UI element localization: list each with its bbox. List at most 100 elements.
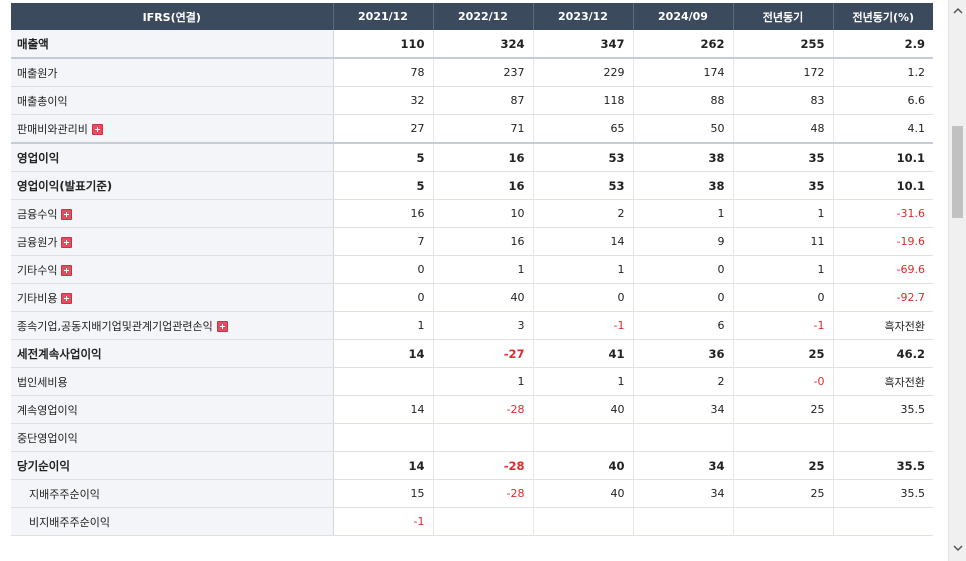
value-cell: [833, 423, 933, 452]
value-cell: 14: [333, 395, 434, 424]
row-label: 매출총이익: [17, 94, 68, 108]
expand-plus-icon[interactable]: [91, 124, 103, 135]
header-row: IFRS(연결) 2021/12 2022/12 2023/12 2024/09…: [11, 3, 933, 30]
row-label-cell: 법인세비용: [11, 367, 334, 396]
value-cell: 7: [333, 227, 434, 256]
value-cell: 174: [633, 58, 734, 87]
value-cell: 16: [333, 199, 434, 228]
row-label: 영업이익: [17, 150, 60, 165]
value-cell: -31.6: [833, 199, 933, 228]
value-cell: 16: [433, 143, 534, 172]
row-label: 지배주주순이익: [29, 487, 100, 501]
financial-statement-table-wrap: IFRS(연결) 2021/12 2022/12 2023/12 2024/09…: [11, 3, 933, 536]
value-cell: 0: [633, 255, 734, 284]
value-cell: 1: [433, 367, 534, 396]
value-cell: 40: [433, 283, 534, 312]
value-cell: 41: [533, 339, 634, 368]
row-label-cell[interactable]: 종속기업,공동지배기업및관계기업관련손익: [11, 311, 334, 340]
value-cell: 2.9: [833, 30, 933, 59]
value-cell: 0: [533, 283, 634, 312]
value-cell: [333, 367, 434, 396]
row-label-cell: 중단영업이익: [11, 423, 334, 452]
value-cell: 6: [633, 311, 734, 340]
value-cell: 38: [633, 171, 734, 200]
value-cell: 118: [533, 86, 634, 115]
row-label-cell[interactable]: 기타비용: [11, 283, 334, 312]
value-cell: 38: [633, 143, 734, 172]
expand-plus-icon[interactable]: [61, 293, 73, 304]
value-cell: 40: [533, 395, 634, 424]
value-cell: 65: [533, 114, 634, 144]
row-label: 계속영업이익: [17, 403, 78, 417]
value-cell: 0: [733, 283, 834, 312]
row-label: 금융원가: [17, 235, 58, 249]
value-cell: -1: [733, 311, 834, 340]
table-row: 당기순이익 14 -28 40 34 25 35.5: [11, 451, 933, 480]
value-cell: [733, 507, 834, 536]
row-label: 판매비와관리비: [17, 122, 88, 136]
row-label-cell: 세전계속사업이익: [11, 339, 334, 368]
chevron-up-icon[interactable]: [949, 3, 966, 20]
value-cell: 16: [433, 227, 534, 256]
value-cell: 46.2: [833, 339, 933, 368]
value-cell: 237: [433, 58, 534, 87]
row-label: 기타수익: [17, 263, 58, 277]
row-label-cell: 당기순이익: [11, 451, 334, 480]
scrollbar-thumb[interactable]: [952, 126, 963, 218]
vertical-scrollbar[interactable]: [948, 0, 966, 561]
row-label: 매출원가: [17, 66, 58, 80]
value-cell: 53: [533, 143, 634, 172]
value-cell: [433, 423, 534, 452]
row-label-cell[interactable]: 기타수익: [11, 255, 334, 284]
row-label-cell: 지배주주순이익: [11, 479, 334, 508]
table-row: 기타수익 0 1 1 0 1 -69.6: [11, 255, 933, 284]
value-cell: 15: [333, 479, 434, 508]
row-label: 당기순이익: [17, 458, 70, 473]
table-row: 금융수익 16 10 2 1 1 -31.6: [11, 199, 933, 228]
value-cell: 34: [633, 479, 734, 508]
chevron-down-icon[interactable]: [949, 541, 966, 558]
value-cell: 35: [733, 143, 834, 172]
value-cell: -28: [433, 395, 534, 424]
expand-plus-icon[interactable]: [61, 209, 73, 220]
row-label-cell: 비지배주주순이익: [11, 507, 334, 536]
row-label: 금융수익: [17, 207, 58, 221]
value-cell: 25: [733, 451, 834, 480]
table-row: 금융원가 7 16 14 9 11 -19.6: [11, 227, 933, 256]
value-cell: -92.7: [833, 283, 933, 312]
table-row: 종속기업,공동지배기업및관계기업관련손익 1 3 -1 6 -1 흑자전환: [11, 311, 933, 340]
value-cell: 347: [533, 30, 634, 59]
value-cell: 1.2: [833, 58, 933, 87]
value-cell: -1: [333, 507, 434, 536]
value-cell: 3: [433, 311, 534, 340]
expand-plus-icon[interactable]: [61, 237, 73, 248]
header-prior-period-pct: 전년동기(%): [833, 3, 933, 30]
value-cell: -0: [733, 367, 834, 396]
value-cell: 흑자전환: [833, 311, 933, 340]
value-cell: 16: [433, 171, 534, 200]
table-row: 영업이익 5 16 53 38 35 10.1: [11, 143, 933, 172]
header-period-2: 2022/12: [433, 3, 534, 30]
row-label: 법인세비용: [17, 375, 68, 389]
expand-plus-icon[interactable]: [216, 321, 228, 332]
row-label-cell[interactable]: 금융원가: [11, 227, 334, 256]
row-label-cell: 매출총이익: [11, 86, 334, 115]
value-cell: 172: [733, 58, 834, 87]
value-cell: [533, 423, 634, 452]
table-row: 비지배주주순이익 -1: [11, 507, 933, 536]
value-cell: 35: [733, 171, 834, 200]
value-cell: [733, 423, 834, 452]
value-cell: 35.5: [833, 479, 933, 508]
value-cell: 14: [333, 339, 434, 368]
row-label-cell: 매출원가: [11, 58, 334, 87]
value-cell: 35.5: [833, 395, 933, 424]
row-label-cell[interactable]: 판매비와관리비: [11, 114, 334, 144]
value-cell: 4.1: [833, 114, 933, 144]
value-cell: -28: [433, 451, 534, 480]
value-cell: 흑자전환: [833, 367, 933, 396]
expand-plus-icon[interactable]: [61, 265, 73, 276]
header-label-column: IFRS(연결): [11, 3, 334, 30]
value-cell: 1: [533, 367, 634, 396]
value-cell: 53: [533, 171, 634, 200]
row-label-cell[interactable]: 금융수익: [11, 199, 334, 228]
